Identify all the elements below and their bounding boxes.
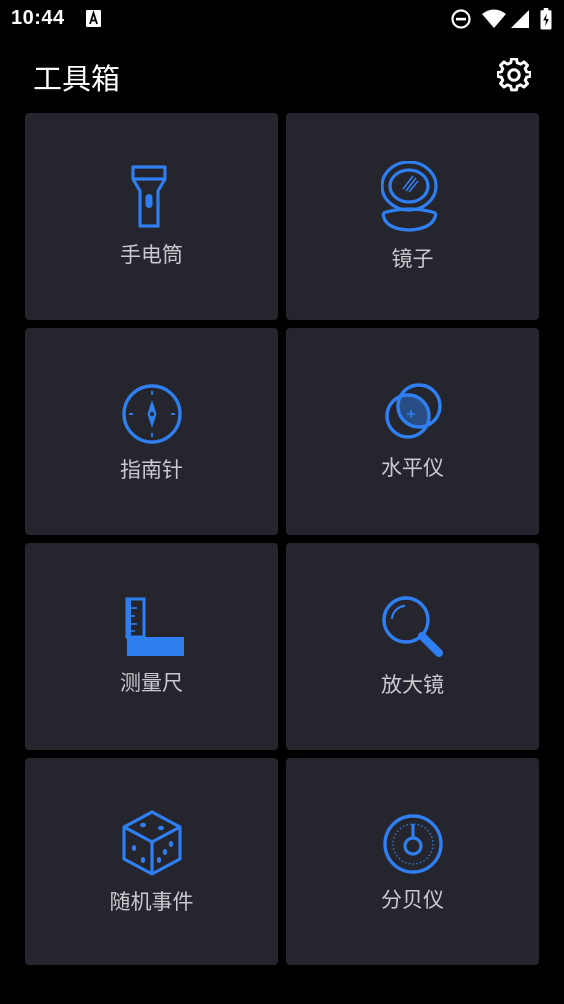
settings-gear-icon[interactable] [497, 58, 531, 92]
mirror-icon [380, 161, 438, 232]
cellular-signal-icon [511, 10, 529, 28]
tool-label: 镜子 [391, 247, 434, 271]
compass-icon [121, 384, 182, 444]
tool-tile-ruler[interactable]: 测量尺 [25, 543, 278, 750]
tool-grid: 手电筒 镜子 指南针 水平仪 测量尺 放大镜 随机事件 分贝仪 [25, 113, 539, 965]
wifi-icon [482, 9, 506, 28]
status-bar: 10:44 [0, 0, 564, 38]
tool-tile-random[interactable]: 随机事件 [25, 758, 278, 965]
tool-tile-magnifier[interactable]: 放大镜 [286, 543, 539, 750]
tool-label: 测量尺 [120, 671, 183, 695]
tool-label: 放大镜 [381, 673, 444, 697]
dice-icon [121, 810, 182, 876]
tool-label: 水平仪 [381, 456, 444, 480]
tool-label: 指南针 [120, 458, 183, 482]
do-not-disturb-icon [451, 9, 471, 29]
tool-label: 随机事件 [109, 890, 194, 914]
battery-charging-icon [540, 8, 552, 30]
tool-tile-compass[interactable]: 指南针 [25, 328, 278, 535]
tool-tile-level[interactable]: 水平仪 [286, 328, 539, 535]
status-time: 10:44 [11, 7, 65, 29]
tool-tile-flashlight[interactable]: 手电筒 [25, 113, 278, 320]
tool-tile-mirror[interactable]: 镜子 [286, 113, 539, 320]
decibel-meter-icon [382, 814, 443, 874]
ruler-icon [125, 597, 184, 656]
flashlight-icon [130, 165, 167, 228]
magnifier-icon [381, 596, 443, 657]
page-title: 工具箱 [33, 62, 121, 96]
tool-tile-decibel[interactable]: 分贝仪 [286, 758, 539, 965]
tool-label: 手电筒 [120, 243, 183, 267]
tool-label: 分贝仪 [381, 888, 444, 912]
level-icon [384, 383, 442, 439]
app-notification-icon [86, 10, 101, 27]
